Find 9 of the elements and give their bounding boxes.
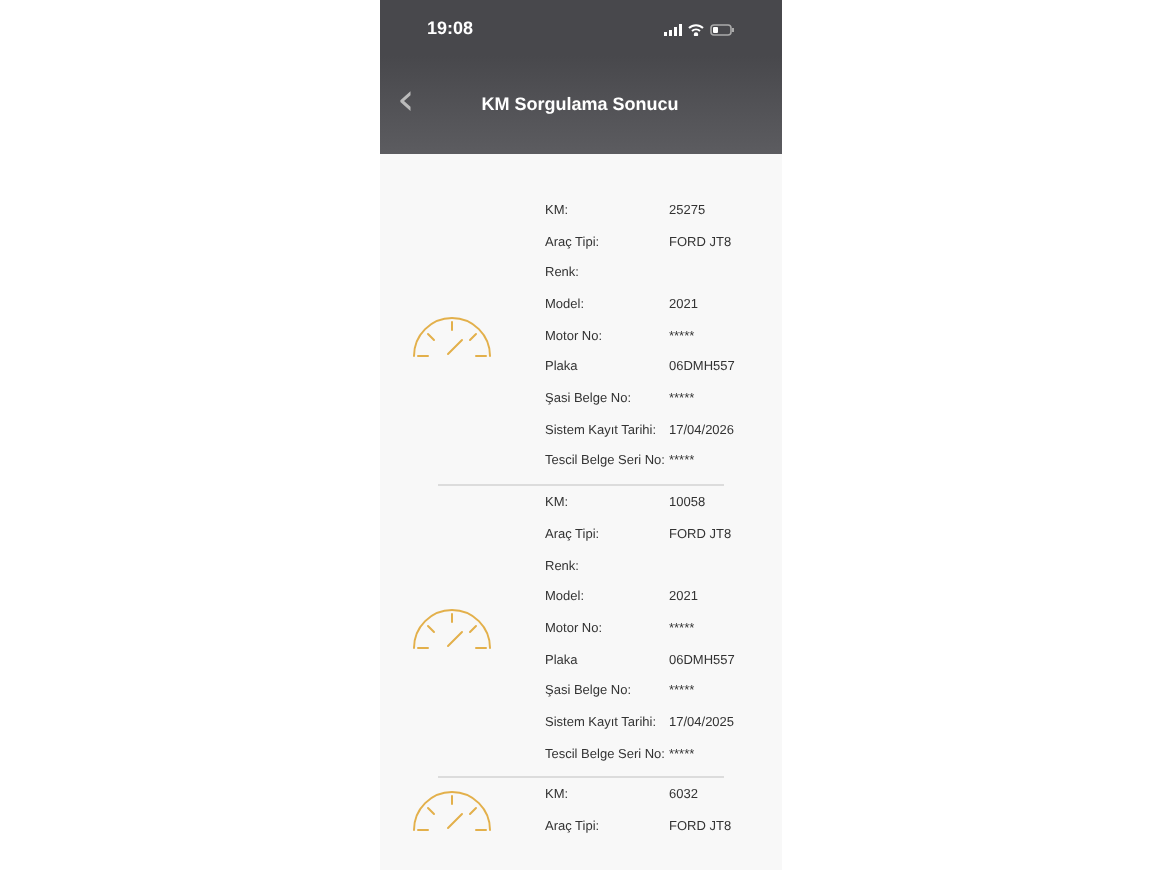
status-time: 19:08 — [427, 16, 474, 43]
speedometer-icon — [411, 790, 491, 835]
back-button[interactable]: ‹ — [397, 80, 415, 124]
speedometer-icon — [411, 315, 491, 360]
signal-icon — [663, 24, 681, 36]
page-title: KM Sorgulama Sonucu — [481, 91, 679, 118]
battery-icon — [709, 24, 733, 36]
wifi-icon — [687, 24, 703, 36]
speedometer-icon — [411, 607, 491, 652]
